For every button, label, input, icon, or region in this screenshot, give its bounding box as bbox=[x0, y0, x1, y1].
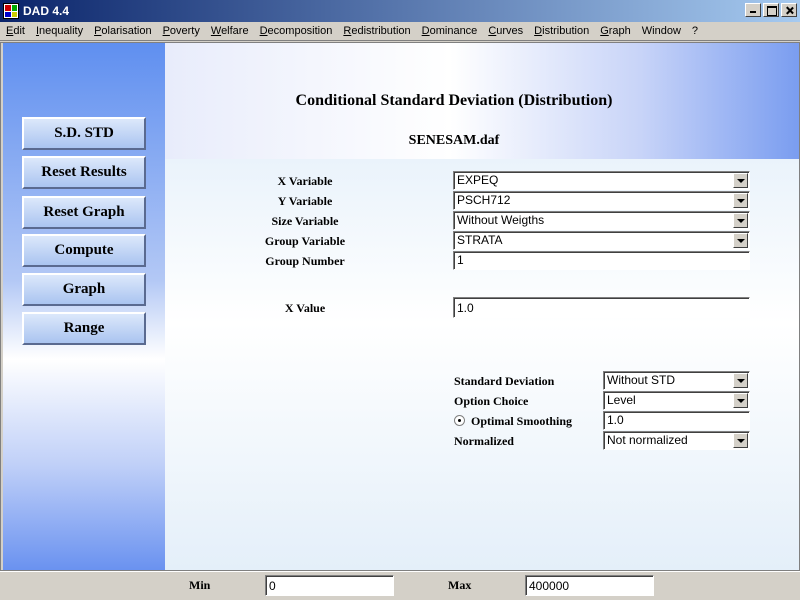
graph-button[interactable]: Graph bbox=[22, 273, 146, 306]
min-label: Min bbox=[189, 578, 211, 592]
standard-deviation-value: Without STD bbox=[607, 373, 676, 387]
menu-distribution[interactable]: Distribution bbox=[528, 25, 594, 37]
menu-dominance[interactable]: Dominance bbox=[416, 25, 483, 37]
chevron-down-icon[interactable] bbox=[733, 193, 748, 208]
menu-polarisation[interactable]: Polarisation bbox=[88, 25, 156, 37]
x-value-label: X Value bbox=[284, 301, 326, 315]
option-choice-value: Level bbox=[607, 393, 636, 407]
min-input[interactable]: 0 bbox=[265, 575, 394, 596]
window-controls bbox=[743, 3, 797, 17]
file-name: SENESAM.daf bbox=[408, 133, 500, 148]
status-bar: Min 0 Max 400000 bbox=[0, 571, 800, 600]
group-variable-label: Group Variable bbox=[264, 234, 346, 248]
normalized-value: Not normalized bbox=[607, 433, 688, 447]
option-choice-select[interactable]: Level bbox=[603, 391, 750, 410]
standard-deviation-label: Standard Deviation bbox=[454, 374, 555, 388]
minimize-button[interactable] bbox=[745, 3, 761, 17]
menu-inequality[interactable]: Inequality bbox=[30, 25, 88, 37]
reset-graph-button[interactable]: Reset Graph bbox=[22, 196, 146, 229]
y-variable-label: Y Variable bbox=[277, 194, 333, 208]
optimal-smoothing-input[interactable]: 1.0 bbox=[603, 411, 750, 430]
close-button[interactable] bbox=[781, 3, 797, 17]
optimal-smoothing-label: Optimal Smoothing bbox=[471, 414, 573, 428]
title-bar[interactable]: DAD 4.4 bbox=[0, 0, 800, 22]
compute-button[interactable]: Compute bbox=[22, 234, 146, 267]
size-variable-select[interactable]: Without Weigths bbox=[453, 211, 750, 230]
menu-poverty[interactable]: Poverty bbox=[157, 25, 205, 37]
menu-window[interactable]: Window bbox=[636, 25, 686, 37]
page-title: Conditional Standard Deviation (Distribu… bbox=[295, 92, 613, 109]
x-value-input[interactable]: 1.0 bbox=[453, 297, 750, 318]
option-choice-label: Option Choice bbox=[454, 394, 529, 408]
app-icon bbox=[3, 3, 19, 19]
size-variable-value: Without Weigths bbox=[457, 213, 545, 227]
standard-deviation-select[interactable]: Without STD bbox=[603, 371, 750, 390]
menu-edit[interactable]: Edit bbox=[0, 25, 30, 37]
maximize-button[interactable] bbox=[763, 3, 779, 17]
x-variable-select[interactable]: EXPEQ bbox=[453, 171, 750, 190]
menu-decomposition[interactable]: Decomposition bbox=[254, 25, 338, 37]
normalized-label: Normalized bbox=[454, 434, 514, 448]
group-variable-value: STRATA bbox=[457, 233, 503, 247]
menu-bar: Edit Inequality Polarisation Poverty Wel… bbox=[0, 22, 800, 41]
reset-results-button[interactable]: Reset Results bbox=[22, 156, 146, 189]
menu-graph[interactable]: Graph bbox=[594, 25, 636, 37]
sd-std-button[interactable]: S.D. STD bbox=[22, 117, 146, 150]
menu-help[interactable]: ? bbox=[686, 25, 703, 37]
chevron-down-icon[interactable] bbox=[733, 233, 748, 248]
normalized-select[interactable]: Not normalized bbox=[603, 431, 750, 450]
chevron-down-icon[interactable] bbox=[733, 173, 748, 188]
group-number-label: Group Number bbox=[265, 254, 345, 268]
size-variable-label: Size Variable bbox=[271, 214, 339, 228]
chevron-down-icon[interactable] bbox=[733, 213, 748, 228]
x-variable-label: X Variable bbox=[277, 174, 333, 188]
window-title: DAD 4.4 bbox=[23, 4, 70, 18]
max-label: Max bbox=[448, 578, 472, 592]
chevron-down-icon[interactable] bbox=[733, 433, 748, 448]
chevron-down-icon[interactable] bbox=[733, 373, 748, 388]
group-number-input[interactable]: 1 bbox=[453, 251, 750, 270]
y-variable-select[interactable]: PSCH712 bbox=[453, 191, 750, 210]
chevron-down-icon[interactable] bbox=[733, 393, 748, 408]
range-button[interactable]: Range bbox=[22, 312, 146, 345]
menu-welfare[interactable]: Welfare bbox=[205, 25, 254, 37]
menu-redistribution[interactable]: Redistribution bbox=[337, 25, 415, 37]
x-variable-value: EXPEQ bbox=[457, 173, 499, 187]
optimal-smoothing-radio[interactable] bbox=[454, 415, 465, 426]
max-input[interactable]: 400000 bbox=[525, 575, 654, 596]
y-variable-value: PSCH712 bbox=[457, 193, 511, 207]
group-variable-select[interactable]: STRATA bbox=[453, 231, 750, 250]
menu-curves[interactable]: Curves bbox=[482, 25, 528, 37]
